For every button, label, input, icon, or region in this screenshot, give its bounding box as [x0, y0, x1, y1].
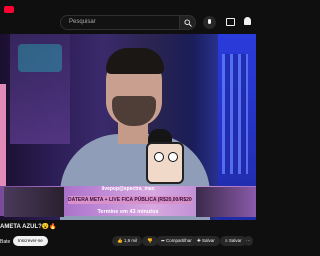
- thumbs-down-icon: 👎: [147, 238, 153, 243]
- background-lamp: [0, 84, 6, 194]
- save-label: Salvar: [202, 238, 215, 243]
- save-icon: ✚: [197, 238, 201, 243]
- subscribe-button[interactable]: Inscrever-se: [13, 236, 48, 246]
- banner-username: livepop@spectra_max: [101, 186, 155, 192]
- clip-button[interactable]: ≡ Salvar: [220, 236, 247, 246]
- top-bar: Pesquisar: [0, 0, 256, 32]
- clip-icon: ≡: [225, 238, 228, 243]
- banner-timer: Termine em 43 minutos: [97, 209, 159, 215]
- voice-search-button[interactable]: [203, 16, 216, 29]
- background-shelf: [10, 34, 70, 144]
- share-button[interactable]: ➦ Compartilhar: [156, 236, 197, 246]
- create-video-icon[interactable]: [226, 18, 235, 26]
- notifications-bell-icon[interactable]: [244, 17, 251, 25]
- action-row: Bate Inscrever-se 👍 1,9 mil 👎 ➦ Comparti…: [0, 236, 256, 248]
- banner-goal-text: DATERA META + LIVE FICA PÚBLICA (R$20,00…: [68, 196, 192, 204]
- like-count: 1,9 mil: [123, 238, 138, 243]
- more-actions-button[interactable]: ···: [244, 236, 253, 246]
- thumbs-up-icon: 👍: [117, 238, 123, 243]
- video-player[interactable]: livepop@spectra_max DATERA META + LIVE F…: [0, 34, 256, 220]
- microphone-cover-character: [146, 142, 184, 184]
- clip-label: Salvar: [228, 238, 242, 243]
- video-title: AMETA AZUL?😮🔥: [0, 224, 57, 230]
- search-icon: [184, 19, 192, 27]
- save-button[interactable]: ✚ Salvar: [192, 236, 220, 246]
- streamer-hair: [106, 48, 164, 74]
- share-label: Compartilhar: [166, 238, 192, 243]
- youtube-logo-icon[interactable]: [4, 6, 14, 13]
- like-button[interactable]: 👍 1,9 mil: [112, 236, 143, 246]
- share-icon: ➦: [161, 238, 165, 243]
- search-input[interactable]: Pesquisar: [60, 15, 180, 30]
- search-button[interactable]: [180, 15, 196, 30]
- channel-name[interactable]: Bate: [0, 239, 10, 245]
